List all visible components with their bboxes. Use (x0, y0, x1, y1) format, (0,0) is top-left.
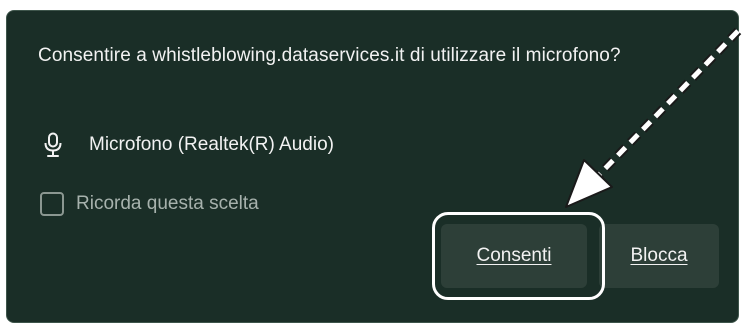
device-label: Microfono (Realtek(R) Audio) (89, 134, 334, 155)
allow-button[interactable]: Consenti (441, 224, 587, 288)
remember-checkbox[interactable] (40, 192, 64, 216)
device-row: Microfono (Realtek(R) Audio) (43, 130, 334, 160)
microphone-icon (44, 132, 62, 157)
permission-question: Consentire a whistleblowing.dataservices… (38, 45, 621, 66)
remember-label: Ricorda questa scelta (76, 193, 259, 214)
screenshot-stage: Consentire a whistleblowing.dataservices… (0, 0, 745, 327)
block-button[interactable]: Blocca (599, 224, 719, 288)
remember-choice-row[interactable]: Ricorda questa scelta (40, 189, 259, 219)
